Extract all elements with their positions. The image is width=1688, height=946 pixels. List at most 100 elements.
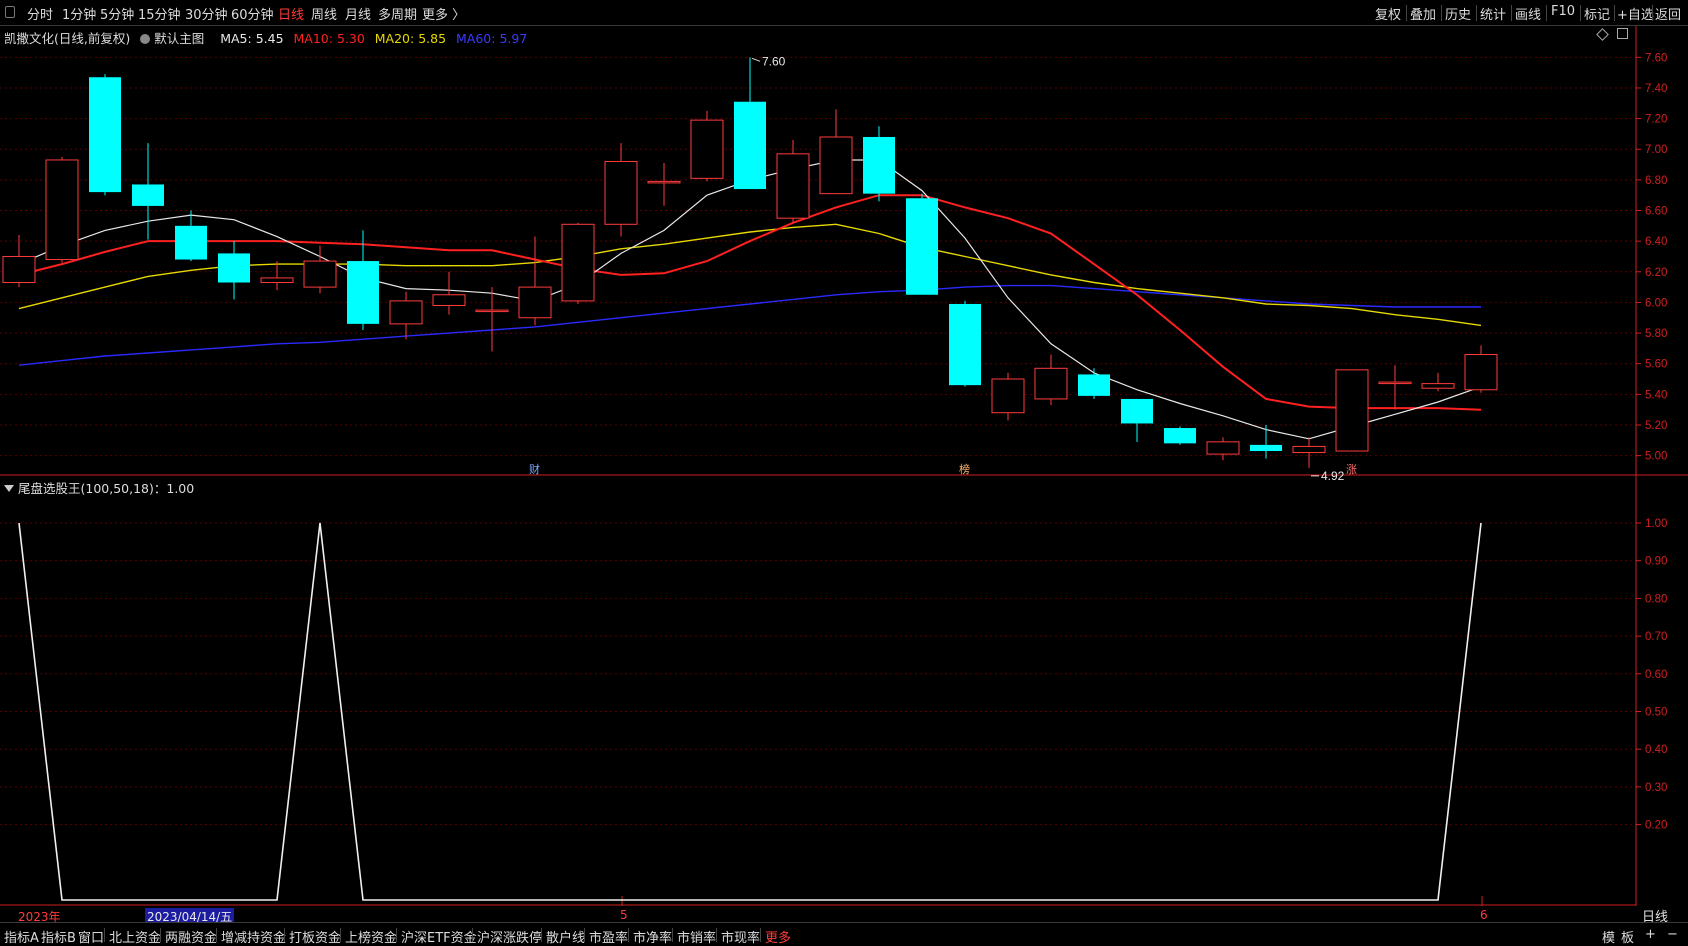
tab-more[interactable]: 更多 〉 [422, 4, 465, 23]
window-icon[interactable] [1617, 28, 1628, 39]
candle [132, 143, 164, 240]
tab-retail-line[interactable]: 散户线 [546, 927, 585, 946]
candle-body [1378, 381, 1412, 385]
candle-body [175, 225, 207, 260]
y-tick-label: 5.20 [1645, 420, 1667, 432]
y-tick-label: 0.60 [1645, 669, 1667, 681]
tab-15min[interactable]: 15分钟 [138, 4, 181, 23]
divider [340, 928, 341, 942]
indicator-label: 尾盘选股王(100,50,18)：1.00 [18, 481, 195, 496]
kline-chart[interactable]: 7.60 7.40 7.20 7.00 6.80 6.60 6.40 6.20 6.00 5.80… [0, 26, 1688, 906]
candle [45, 156, 79, 263]
tab-northbound[interactable]: 北上资金 [109, 927, 161, 946]
zoom-in-button[interactable]: + [1645, 927, 1656, 942]
tab-multi-period[interactable]: 多周期 [378, 4, 417, 23]
candle [863, 126, 895, 202]
candle [389, 291, 423, 340]
y-tick-label: 0.50 [1645, 707, 1667, 719]
candle [647, 163, 681, 206]
candle [1335, 369, 1369, 452]
tab-list-funds[interactable]: 上榜资金 [345, 927, 397, 946]
candle-body [949, 303, 981, 386]
btn-history[interactable]: 历史 [1445, 4, 1471, 23]
ma60-label: MA60: 5.97 [456, 31, 528, 46]
btn-fuquan[interactable]: 复权 [1375, 4, 1401, 23]
ma5-label: MA5: 5.45 [220, 31, 284, 46]
tab-margin[interactable]: 两融资金 [165, 927, 217, 946]
zoom-out-button[interactable]: − [1667, 927, 1678, 942]
candle-body [347, 261, 379, 324]
divider [284, 928, 285, 942]
y-tick-label: 1.00 [1645, 518, 1667, 530]
divider [1441, 5, 1442, 21]
tab-etf-funds[interactable]: 沪深ETF资金 [401, 927, 477, 946]
candle [734, 57, 766, 190]
divider [216, 928, 217, 942]
diamond-icon[interactable] [1595, 28, 1609, 41]
tab-limit-up-funds[interactable]: 打板资金 [289, 927, 341, 946]
tab-30min[interactable]: 30分钟 [185, 4, 228, 23]
tab-limit-stats[interactable]: 沪深涨跌停 [477, 927, 542, 946]
y-tick-label: 6.40 [1645, 236, 1667, 248]
btn-ban[interactable]: 板 [1621, 927, 1634, 946]
btn-back[interactable]: 返回 [1655, 4, 1681, 23]
divider [672, 928, 673, 942]
ma5-line [18, 159, 1482, 440]
tab-1min[interactable]: 1分钟 [62, 4, 96, 23]
tab-5min[interactable]: 5分钟 [100, 4, 134, 23]
divider [541, 928, 542, 942]
tab-more-indicators[interactable]: 更多 [765, 927, 791, 946]
tab-daily[interactable]: 日线 [278, 4, 304, 23]
tab-monthly[interactable]: 月线 [345, 4, 371, 23]
settings-icon [140, 34, 151, 44]
y-tick-label: 0.40 [1645, 744, 1667, 756]
candle-body [218, 253, 250, 283]
candle [1206, 437, 1240, 461]
btn-draw[interactable]: 画线 [1515, 4, 1541, 23]
candle [432, 271, 466, 315]
candle-body [1464, 354, 1498, 391]
divider [1546, 5, 1547, 21]
btn-mark[interactable]: 标记 [1584, 4, 1610, 23]
divider [1511, 5, 1512, 21]
y-tick-label: 0.30 [1645, 782, 1667, 794]
tab-fenshi[interactable]: 分时 [27, 4, 53, 23]
tab-indicator-a[interactable]: 指标A [4, 927, 39, 946]
toolbar-grip-icon[interactable] [5, 6, 15, 18]
toolbar: 分时 1分钟 5分钟 15分钟 30分钟 60分钟 日线 周线 月线 多周期 更… [0, 0, 1688, 26]
btn-add-watchlist[interactable]: +自选 [1617, 4, 1654, 23]
btn-mo[interactable]: 模 [1602, 927, 1615, 946]
chart-window-icons [1592, 28, 1628, 43]
candle-body [604, 160, 638, 225]
candle [1164, 426, 1196, 445]
tab-indicator-b[interactable]: 指标B [41, 927, 76, 946]
btn-f10[interactable]: F10 [1551, 4, 1575, 19]
btn-stats[interactable]: 统计 [1480, 4, 1506, 23]
candle-body [1164, 428, 1196, 444]
tab-weekly[interactable]: 周线 [311, 4, 337, 23]
tab-window[interactable]: 窗口 [78, 927, 104, 946]
y-tick-label: 5.60 [1645, 359, 1667, 371]
stock-label[interactable]: 凯撒文化(日线,前复权) [4, 31, 130, 46]
tab-pb[interactable]: 市净率 [633, 927, 672, 946]
candle-body [1335, 369, 1369, 452]
candle [218, 241, 250, 300]
main-chart-selector[interactable]: 默认主图 [140, 31, 210, 46]
candle-body [475, 309, 509, 313]
tab-holdings-change[interactable]: 增减持资金 [221, 927, 286, 946]
tab-ps[interactable]: 市销率 [677, 927, 716, 946]
y-tick-label: 6.20 [1645, 267, 1667, 279]
indicator-info[interactable]: 尾盘选股王(100,50,18)：1.00 [4, 478, 194, 497]
btn-overlay[interactable]: 叠加 [1410, 4, 1436, 23]
candle [175, 210, 207, 262]
tab-pcf[interactable]: 市现率 [721, 927, 760, 946]
candle [518, 236, 552, 326]
tab-pe[interactable]: 市盈率 [589, 927, 628, 946]
candles [2, 57, 1498, 468]
y-tick-label: 6.00 [1645, 297, 1667, 309]
y-tick-label: 5.00 [1645, 451, 1667, 463]
candle [906, 193, 938, 295]
candle [1078, 368, 1110, 399]
ma20-label: MA20: 5.85 [374, 31, 447, 46]
tab-60min[interactable]: 60分钟 [231, 4, 274, 23]
